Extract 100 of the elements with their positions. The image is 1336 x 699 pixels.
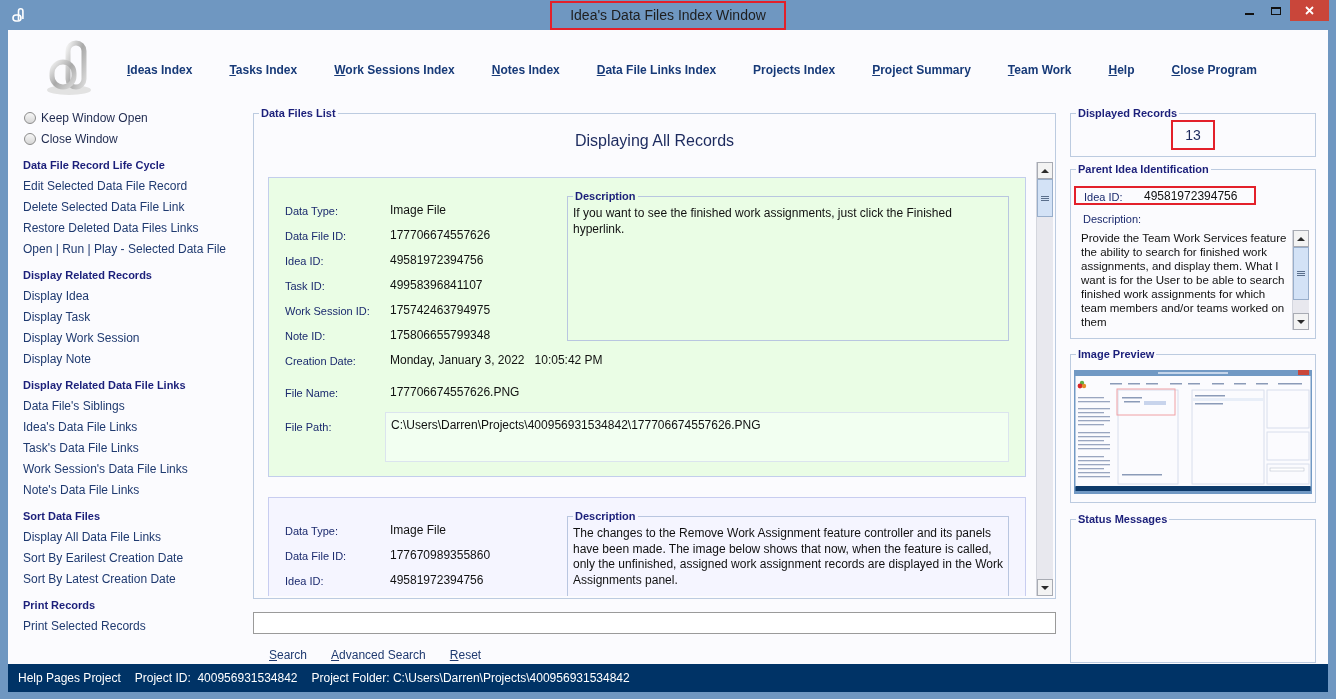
description-text: If you want to see the finished work assignments, just click the Finished hyperlink. [572, 205, 953, 237]
arrow-down-icon [1297, 319, 1305, 324]
field-value: 177670989355860 [390, 546, 491, 564]
scroll-thumb[interactable] [1293, 247, 1309, 300]
maximize-icon [1271, 6, 1281, 15]
radio-option[interactable]: Close Window [23, 128, 250, 150]
description-text: The changes to the Remove Work Assignment feature controller and its panels have been made. The image below shows that now, when the feature is called, only the unfinished, assigned work assignment records are displayed in the Work Assignments panel. [572, 525, 1004, 588]
file-path-field: C:\Users\Darren\Projects\400956931534842\177706674557626.PNG [385, 412, 1009, 462]
scroll-thumb[interactable] [1037, 179, 1053, 217]
field-label: Data Type: [285, 524, 338, 537]
field-label: Description: [1083, 212, 1142, 228]
sidebar-link[interactable]: Display Work Session [23, 329, 140, 347]
record-card[interactable] [268, 177, 1026, 477]
section-heading: Display Related Data File Links [23, 377, 186, 393]
sidebar-link[interactable]: Open | Run | Play - Selected Data File [23, 240, 226, 258]
sidebar-link[interactable]: Restore Deleted Data Files Links [23, 219, 199, 237]
sidebar-link[interactable]: Idea's Data File Links [23, 418, 138, 436]
arrow-up-icon [1041, 168, 1049, 173]
grip-icon [1041, 195, 1049, 201]
section-heading: Sort Data Files [23, 508, 101, 524]
group-title: Description [574, 190, 637, 203]
menu-link[interactable]: Notes Index [491, 61, 560, 79]
sidebar-link[interactable]: Data File's Siblings [23, 397, 125, 415]
field-label: Task ID: [285, 279, 325, 292]
field-value: 175806655799348 [390, 326, 491, 344]
sidebar-link[interactable]: Delete Selected Data File Link [23, 198, 185, 216]
field-value: 49581972394756 [390, 571, 484, 589]
field-label: Work Session ID: [285, 304, 370, 317]
section-heading: Data File Record Life Cycle [23, 157, 165, 173]
paperclip-icon [12, 8, 24, 22]
record-card[interactable] [268, 497, 1026, 596]
scroll-down-button[interactable] [1037, 579, 1053, 596]
search-link[interactable]: Advanced Search [331, 645, 426, 664]
field-label: Data File ID: [285, 229, 347, 242]
field-value: 175742463794975 [390, 301, 491, 319]
field-value: 177706674557626.PNG [390, 383, 520, 401]
field-value: 49581972394756 [1144, 187, 1238, 205]
sidebar-link[interactable]: Sort By Earilest Creation Date [23, 549, 184, 567]
group-title: Status Messages [1077, 513, 1169, 526]
search-link[interactable]: Reset [449, 645, 482, 664]
field-label: File Name: [285, 386, 339, 399]
menu-link[interactable]: Team Work [1007, 61, 1072, 79]
close-button[interactable] [1290, 0, 1329, 21]
group-title: Data Files List [260, 107, 337, 120]
field-value: Image File [390, 201, 447, 219]
sidebar-link[interactable]: Display Task [23, 308, 91, 326]
window-title: Idea's Data Files Index Window [550, 1, 786, 30]
scroll-down-button[interactable] [1293, 313, 1309, 330]
sidebar-link[interactable]: Sort By Latest Creation Date [23, 570, 176, 588]
field-value: Image File [390, 521, 447, 539]
sidebar-link[interactable]: Print Selected Records [23, 617, 146, 635]
search-link[interactable]: Search [269, 645, 308, 664]
sidebar-link[interactable]: Display All Data File Links [23, 528, 162, 546]
menu-link[interactable]: Projects Index [753, 61, 836, 79]
status-text: Help Pages Project [18, 670, 121, 687]
field-value: 49958396841107 [390, 276, 483, 294]
field-label: Data File ID: [285, 549, 347, 562]
sidebar-link[interactable]: Note's Data File Links [23, 481, 140, 499]
field-label: Idea ID: [1084, 190, 1123, 203]
section-heading: Print Records [23, 597, 96, 613]
field-label: Data Type: [285, 204, 338, 217]
search-field[interactable] [253, 612, 1056, 634]
close-icon [1305, 6, 1314, 15]
description-text: Provide the Team Work Services feature the ability to search for finished work assignments, and display them. What I want is for the User to be able to search finished work assignments for which team members and/or teams worked on them [1081, 231, 1288, 329]
group-title: Image Preview [1077, 348, 1156, 361]
arrow-down-icon [1041, 585, 1049, 590]
status-text: Project Folder: C:\Users\Darren\Projects\400956931534842 [311, 670, 630, 687]
radio-option[interactable]: Keep Window Open [23, 107, 250, 129]
date-value: Monday, January 3, 2022 [390, 351, 525, 369]
menu-link[interactable]: Close Program [1171, 61, 1257, 79]
menu-link[interactable]: Data File Links Index [596, 61, 717, 79]
status-text: Project ID: 400956931534842 [134, 670, 298, 687]
time-value: 10:05:42 PM [534, 351, 603, 369]
field-label: Idea ID: [285, 574, 324, 587]
scrollbar[interactable] [1036, 162, 1053, 596]
sidebar-link[interactable]: Work Session's Data File Links [23, 460, 188, 478]
section-heading: Display Related Records [23, 267, 152, 283]
field-value: 177706674557626 [390, 226, 491, 244]
scrollbar[interactable] [1292, 230, 1309, 330]
minimize-icon [1244, 12, 1254, 15]
menu-link[interactable]: Help [1108, 61, 1135, 79]
menu-link[interactable]: Work Sessions Index [334, 61, 455, 79]
sidebar-link[interactable]: Edit Selected Data File Record [23, 177, 188, 195]
field-value: 49581972394756 [390, 251, 484, 269]
sidebar-link[interactable]: Task's Data File Links [23, 439, 139, 457]
field-label: Idea ID: [285, 254, 324, 267]
field-label: Note ID: [285, 329, 326, 342]
menu-link[interactable]: Ideas Index [127, 61, 193, 79]
menu-link[interactable]: Tasks Index [229, 61, 298, 79]
scroll-up-button[interactable] [1293, 230, 1309, 247]
sidebar-link[interactable]: Display Note [23, 350, 92, 368]
scroll-up-button[interactable] [1037, 162, 1053, 179]
sidebar-link[interactable]: Display Idea [23, 287, 90, 305]
field-label: File Path: [285, 421, 332, 433]
group-title: Description [574, 510, 637, 523]
menu-link[interactable]: Project Summary [872, 61, 971, 79]
list-heading: Displaying All Records [574, 131, 735, 151]
group-title: Parent Idea Identification [1077, 163, 1210, 176]
grip-icon [1297, 271, 1305, 276]
group-title: Displayed Records [1077, 107, 1179, 120]
